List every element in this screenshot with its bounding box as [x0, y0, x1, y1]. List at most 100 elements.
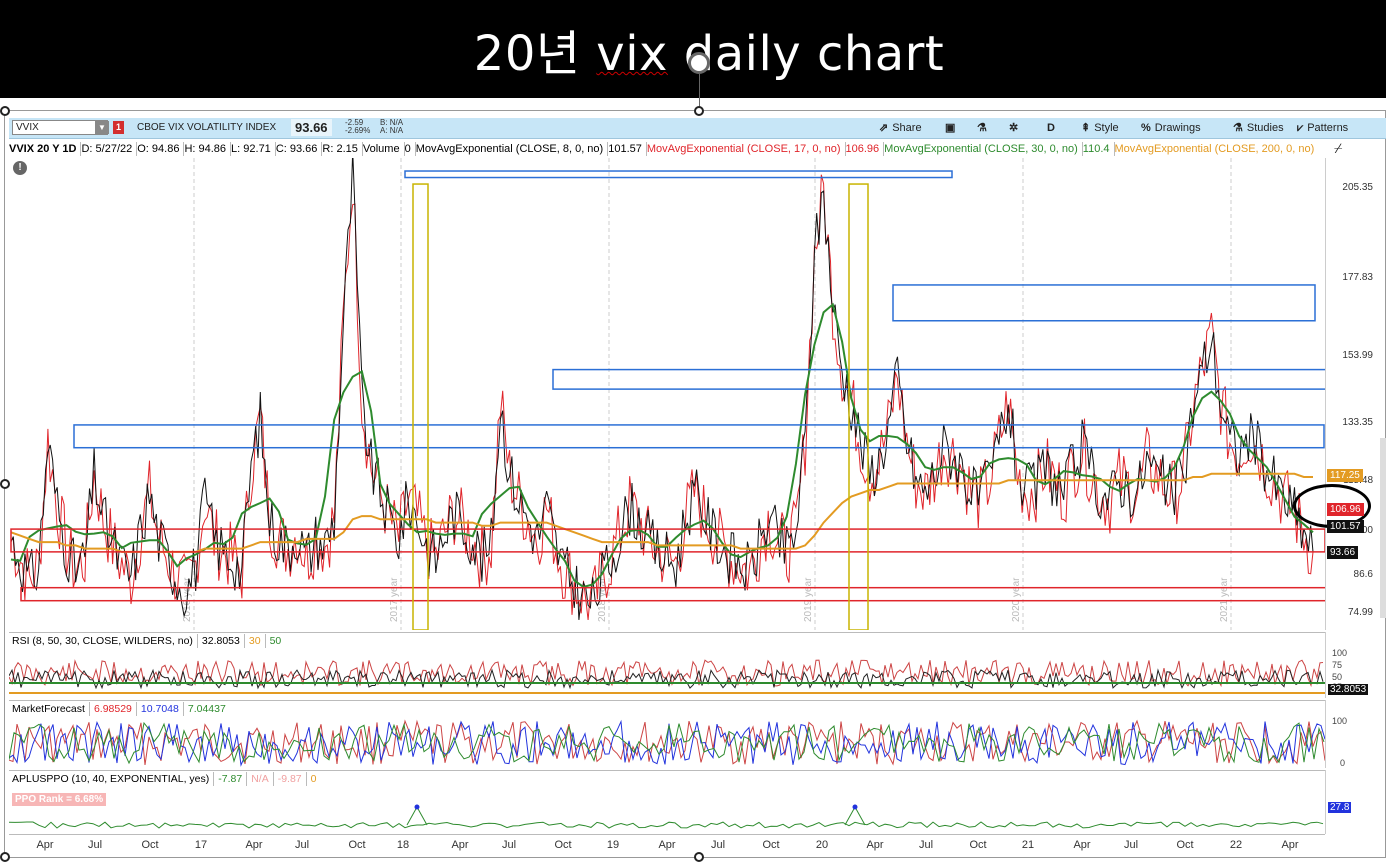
year-watermark: 2017 year	[389, 577, 400, 622]
legend-ema30-value: 110.4	[1082, 143, 1110, 155]
rsi-legend: RSI (8, 50, 30, CLOSE, WILDERS, no) 32.80…	[12, 634, 282, 648]
rotate-handle[interactable]	[688, 52, 710, 74]
price-tag: 117.25	[1327, 469, 1363, 483]
time-axis-tick: Apr	[245, 839, 263, 851]
ppo-plot	[9, 804, 1324, 829]
gear-icon: ✲	[1009, 122, 1019, 134]
price-axis-tick: 205.35	[1342, 182, 1373, 194]
rsi-panel: RSI (8, 50, 30, CLOSE, WILDERS, no) 32.80…	[9, 632, 1325, 699]
market-forecast-plot	[9, 719, 1325, 767]
last-price: 93.66	[291, 119, 332, 136]
resistance-box	[552, 368, 1325, 390]
flask-icon: ⚗	[1233, 122, 1243, 134]
price-tag: 101.57	[1327, 520, 1364, 534]
legend-volume-value: 0	[404, 143, 411, 155]
snapshot-icon: ▣	[945, 122, 956, 134]
time-axis-tick: Oct	[348, 839, 366, 851]
alert-flag-icon[interactable]: 1	[113, 121, 124, 134]
legend-open: O: 94.86	[137, 143, 180, 155]
price-axis-tick: 153.99	[1342, 349, 1373, 361]
bid-ask: B: N/A A: N/A	[380, 118, 404, 135]
time-axis-tick: Jul	[1123, 839, 1139, 851]
time-axis-tick: Apr	[451, 839, 469, 851]
time-axis-tick: Apr	[36, 839, 54, 851]
market-forecast-legend: MarketForecast 6.98529 10.7048 7.04437	[12, 702, 226, 716]
ppo-panel: APLUSPPO (10, 40, EXPONENTIAL, yes) -7.87…	[9, 770, 1325, 835]
time-axis-tick: Jul	[87, 839, 103, 851]
price-tag: 106.96	[1327, 502, 1364, 516]
symbol-input[interactable]: VVIX	[12, 120, 108, 135]
year-watermark: 2020 year	[1011, 577, 1022, 622]
year-watermark: 2019 year	[803, 577, 814, 622]
drawings-button[interactable]: % Drawings	[1141, 120, 1201, 136]
time-axis-tick: 21	[1021, 839, 1035, 851]
studies-button[interactable]: ⚗ Studies	[1233, 120, 1284, 136]
time-axis-tick: Apr	[866, 839, 884, 851]
market-forecast-panel: MarketForecast 6.98529 10.7048 7.04437	[9, 700, 1325, 769]
price-axis-tick: 74.99	[1347, 606, 1373, 618]
instrument-name: CBOE VIX VOLATILITY INDEX	[137, 122, 277, 133]
ppo-peak-dot	[414, 804, 420, 810]
settings-button[interactable]: ✲	[1009, 120, 1022, 136]
rotate-stem	[699, 74, 700, 110]
rsi-value-tag: 32.8053	[1328, 684, 1369, 695]
study-legend: VVIX 20 Y 1D D: 5/27/22 O: 94.86 H: 94.86 L:…	[9, 140, 1325, 158]
time-axis: Apr Jul Oct 17 Apr Jul Oct 18 Apr Jul Oct 19 Apr Jul O…	[9, 834, 1325, 857]
spike-highlight-box	[848, 183, 869, 630]
share-button[interactable]: ⇗ Share	[879, 120, 922, 136]
legend-range: R: 2.15	[322, 143, 358, 155]
time-axis-tick: Oct	[141, 839, 159, 851]
legend-date: D: 5/27/22	[81, 143, 133, 155]
time-axis-tick: Apr	[658, 839, 676, 851]
time-axis-tick: Jul	[918, 839, 934, 851]
style-icon: ⇞	[1081, 122, 1091, 134]
price-axis-tick: 177.83	[1342, 271, 1373, 283]
time-axis-tick: 22	[1229, 839, 1243, 851]
time-axis-tick: Oct	[554, 839, 572, 851]
collapse-icon[interactable]: ⌿	[1334, 140, 1342, 156]
snapshot-button[interactable]: ▣	[945, 120, 959, 136]
legend-ema8-value: 101.57	[608, 143, 642, 155]
rsi-axis: 100 75 50 25 32.8053	[1325, 632, 1386, 698]
vertical-scrollbar[interactable]	[1380, 438, 1386, 618]
time-axis-tick: Oct	[1176, 839, 1194, 851]
ppo-line	[9, 821, 1324, 829]
price-series-red	[10, 174, 1314, 621]
resistance-box	[892, 284, 1316, 322]
price-tag: 93.66	[1327, 545, 1359, 559]
resize-handle-tl[interactable]	[0, 106, 10, 116]
spike-highlight-box	[412, 183, 429, 630]
time-axis-tick: 17	[194, 839, 208, 851]
time-axis-tick: 19	[606, 839, 620, 851]
legend-ema17-value: 106.96	[845, 143, 880, 155]
price-chart: 2016 year 2017 year 2018 year 2019 year 2020…	[10, 158, 1325, 630]
time-axis-tick: Apr	[1073, 839, 1091, 851]
time-axis-tick: 20	[815, 839, 829, 851]
price-axis-tick: 86.6	[1353, 568, 1373, 580]
ppo-value-tag: 27.8	[1328, 802, 1352, 813]
support-box	[20, 586, 1325, 602]
chart-toolbar: VVIX ▼ 1 CBOE VIX VOLATILITY INDEX 93.66…	[9, 118, 1386, 139]
legend-low: L: 92.71	[231, 143, 271, 155]
patterns-icon: ⩗	[1297, 122, 1304, 134]
time-axis-tick: 18	[396, 839, 410, 851]
symbol-dropdown-icon[interactable]: ▼	[95, 121, 109, 134]
time-axis-tick: Oct	[969, 839, 987, 851]
price-axis: 205.35177.83153.99133.35115.4810086.674.…	[1325, 158, 1386, 630]
ppo-spike	[406, 805, 428, 826]
time-axis-tick: Oct	[762, 839, 780, 851]
resize-handle-top[interactable]	[694, 106, 704, 116]
legend-ema30: MovAvgExponential (CLOSE, 30, 0, no)	[884, 143, 1078, 155]
aggregation-button[interactable]: D	[1047, 120, 1055, 136]
ppo-axis: 27.8	[1325, 770, 1386, 834]
flask-button[interactable]: ⚗	[977, 120, 991, 136]
time-axis-tick: Jul	[710, 839, 726, 851]
percent-icon: %	[1141, 122, 1151, 134]
legend-high: H: 94.86	[184, 143, 227, 155]
patterns-button[interactable]: ⩗ Patterns	[1297, 120, 1348, 136]
style-button[interactable]: ⇞ Style	[1081, 120, 1119, 136]
mf-line-blue	[9, 719, 1325, 767]
rsi-plot	[9, 659, 1325, 694]
legend-volume-label: Volume	[362, 143, 400, 155]
ppo-legend: APLUSPPO (10, 40, EXPONENTIAL, yes) -7.87…	[12, 772, 317, 786]
